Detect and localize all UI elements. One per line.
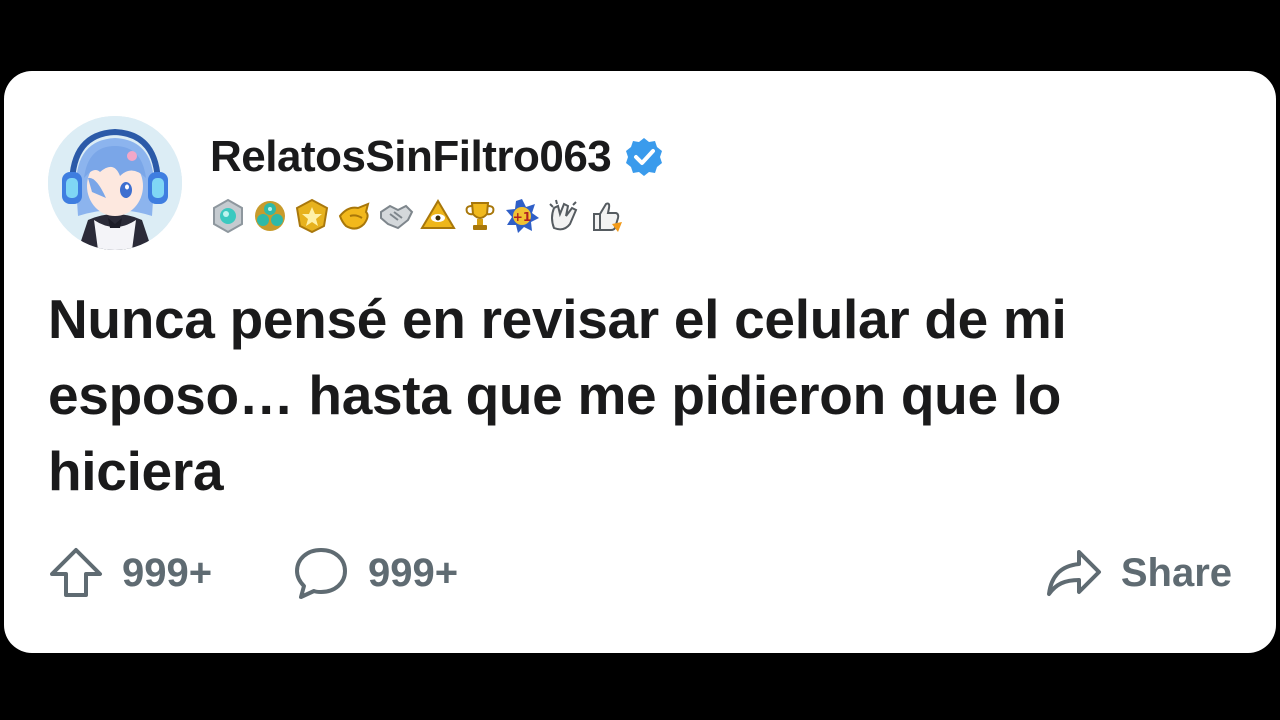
- post-title[interactable]: Nunca pensé en revisar el celular de mi …: [48, 281, 1228, 509]
- gold-trophy-icon: [462, 198, 498, 234]
- triple-gem-badge-icon: [252, 198, 288, 234]
- upvote-count: 999+: [122, 550, 213, 595]
- upvote-button[interactable]: 999+: [48, 541, 212, 605]
- anime-girl-headphones-avatar: [48, 116, 182, 250]
- share-arrow-icon: [1046, 550, 1101, 596]
- gold-pyramid-eye-icon: [420, 198, 456, 234]
- share-button[interactable]: Share: [1045, 541, 1232, 605]
- comment-bubble-icon: [295, 548, 347, 599]
- verified-badge-icon: [623, 136, 665, 178]
- gold-star-shield-icon: [294, 198, 330, 234]
- post-card: RelatosSinFiltro063 +1 Nunca pensé en re…: [4, 71, 1276, 653]
- user-badges: +1: [210, 196, 624, 236]
- svg-text:+1: +1: [513, 210, 531, 224]
- teal-gem-badge-icon: [210, 198, 246, 234]
- upvote-arrow-icon: [50, 548, 102, 597]
- clapping-hands-icon: [546, 198, 582, 234]
- comments-button[interactable]: 999+: [292, 541, 458, 605]
- comment-count: 999+: [368, 550, 459, 595]
- silver-handshake-icon: [378, 198, 414, 234]
- plus-one-starburst-icon: +1: [504, 198, 540, 234]
- author-avatar[interactable]: [48, 116, 182, 250]
- post-actions: 999+ 999+ Share: [4, 541, 1276, 605]
- author-username[interactable]: RelatosSinFiltro063: [210, 131, 612, 183]
- gold-pointing-hand-icon: [336, 198, 372, 234]
- thumbs-up-rocket-icon: [588, 198, 624, 234]
- author-username-row: RelatosSinFiltro063: [210, 131, 665, 183]
- share-label: Share: [1120, 550, 1232, 595]
